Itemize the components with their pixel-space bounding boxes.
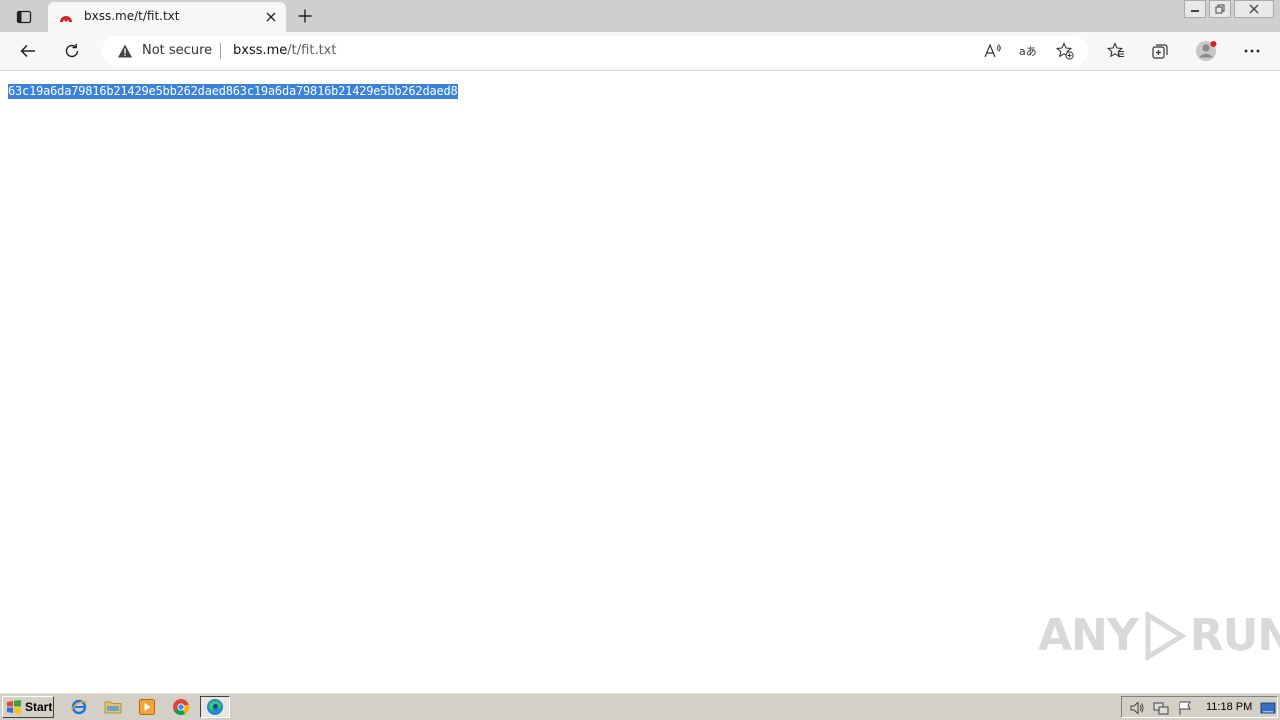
show-desktop-icon[interactable]: [1260, 700, 1276, 716]
tab-strip: bxss.me/t/fit.txt: [0, 0, 1280, 32]
volume-icon[interactable]: [1129, 700, 1145, 716]
close-window-button[interactable]: [1234, 0, 1274, 18]
back-arrow-icon: [20, 44, 35, 58]
system-tray: 11:18 PM: [1121, 696, 1278, 718]
profile-button[interactable]: [1192, 38, 1220, 64]
url-path: /t/fit.txt: [287, 43, 337, 58]
plus-icon: [298, 9, 312, 23]
anyrun-watermark: ANY RUN: [1038, 610, 1280, 661]
add-favorite-button[interactable]: [1053, 40, 1077, 62]
back-button[interactable]: [14, 38, 42, 64]
restore-button[interactable]: [1209, 0, 1231, 18]
refresh-icon: [65, 43, 79, 58]
minimize-button[interactable]: [1184, 0, 1206, 18]
browser-tab[interactable]: bxss.me/t/fit.txt: [48, 2, 286, 32]
favorites-icon: [1107, 42, 1124, 58]
refresh-button[interactable]: [58, 38, 86, 64]
start-label: Start: [25, 700, 53, 714]
browser-toolbar: Not secure bxss.me/t/fit.txt aあ: [0, 32, 1280, 71]
collections-icon: [1152, 44, 1168, 59]
url-host: bxss.me: [233, 43, 288, 58]
collections-button[interactable]: [1146, 38, 1174, 64]
chrome-icon[interactable]: [172, 698, 190, 716]
network-icon[interactable]: [1153, 700, 1169, 716]
read-aloud-button[interactable]: [981, 40, 1005, 62]
windows-logo-icon: [7, 700, 21, 714]
close-tab-button[interactable]: [262, 8, 280, 26]
tab-title: bxss.me/t/fit.txt: [84, 9, 180, 23]
read-aloud-icon: [984, 43, 1001, 58]
warning-triangle-icon[interactable]: [117, 43, 133, 63]
svg-text:aあ: aあ: [1019, 45, 1037, 58]
clock[interactable]: 11:18 PM: [1206, 701, 1252, 713]
close-icon: [266, 12, 276, 22]
edge-taskbar-button[interactable]: [200, 696, 230, 718]
start-button[interactable]: Start: [2, 696, 54, 718]
media-player-icon[interactable]: [138, 698, 156, 716]
favorites-button[interactable]: [1102, 38, 1130, 64]
action-center-flag-icon[interactable]: [1177, 700, 1193, 716]
folder-icon[interactable]: [104, 698, 122, 716]
play-logo-icon: [1145, 610, 1186, 661]
bxss-favicon-icon: [58, 9, 74, 25]
ie-icon[interactable]: [70, 698, 88, 716]
watermark-right-text: RUN: [1189, 610, 1280, 661]
security-label[interactable]: Not secure: [142, 43, 212, 58]
star-plus-icon: [1056, 42, 1074, 60]
address-bar[interactable]: Not secure bxss.me/t/fit.txt aあ: [102, 36, 1088, 66]
selected-text-content[interactable]: 63c19a6da79816b21429e5bb262daed863c19a6d…: [8, 84, 458, 99]
new-tab-button[interactable]: [292, 4, 318, 28]
divider: [220, 43, 221, 59]
settings-more-button[interactable]: [1238, 38, 1266, 64]
translate-button[interactable]: aあ: [1017, 40, 1041, 62]
profile-avatar-icon: [1196, 41, 1217, 61]
edge-icon: [207, 699, 223, 715]
taskbar: Start 11:18 PM: [0, 692, 1280, 720]
watermark-left-text: ANY: [1038, 610, 1139, 661]
page-content: 63c19a6da79816b21429e5bb262daed863c19a6d…: [0, 72, 1280, 692]
translate-icon: aあ: [1019, 45, 1037, 58]
tab-actions-icon[interactable]: [10, 6, 38, 28]
url-text[interactable]: bxss.me/t/fit.txt: [233, 43, 336, 58]
more-dots-icon: [1244, 49, 1260, 53]
